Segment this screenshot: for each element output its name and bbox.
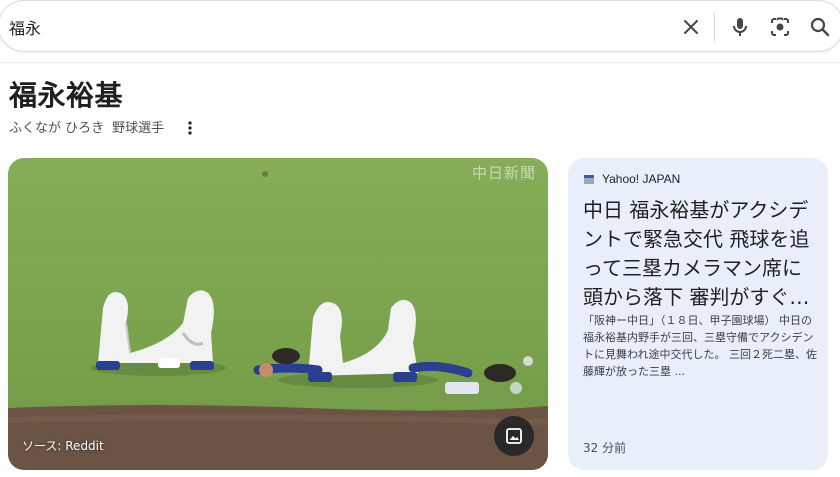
search-bar <box>0 0 840 52</box>
news-source: Yahoo! JAPAN <box>584 172 680 186</box>
news-snippet: 「阪神ー中日」（１８日、甲子園球場） 中日の福永裕基内野手が三回、三塁守備でアク… <box>583 314 817 378</box>
image-card[interactable]: 中日新聞 ソース: Reddit <box>8 158 548 470</box>
player-photo <box>8 158 548 470</box>
entity-category: 野球選手 <box>112 121 165 136</box>
entity-subtitle: ふくなが ひろき 野球選手 <box>9 120 164 138</box>
header-divider <box>0 62 840 63</box>
news-headline[interactable]: 中日 福永裕基がアクシデントで緊急交代 飛球を追って三塁カメラマン席に頭から落下… <box>583 196 819 312</box>
image-icon[interactable] <box>494 416 534 456</box>
search-input[interactable] <box>9 14 649 40</box>
news-card[interactable]: Yahoo! JAPAN 中日 福永裕基がアクシデントで緊急交代 飛球を追って三… <box>568 158 828 470</box>
entity-reading: ふくなが ひろき <box>9 121 105 136</box>
search-divider <box>714 12 715 42</box>
more-vert-icon[interactable] <box>182 119 198 137</box>
image-source-label: ソース: Reddit <box>22 439 104 453</box>
news-timestamp: 32 分前 <box>583 441 627 455</box>
close-icon[interactable] <box>679 15 703 39</box>
photo-watermark: 中日新聞 <box>471 164 536 182</box>
entity-title: 福永裕基 <box>9 79 124 112</box>
camera-lens-icon[interactable] <box>768 15 792 39</box>
search-icon[interactable] <box>808 15 832 39</box>
yahoo-favicon-icon <box>584 174 594 184</box>
news-source-name: Yahoo! JAPAN <box>602 172 681 186</box>
mic-icon[interactable] <box>728 15 752 39</box>
